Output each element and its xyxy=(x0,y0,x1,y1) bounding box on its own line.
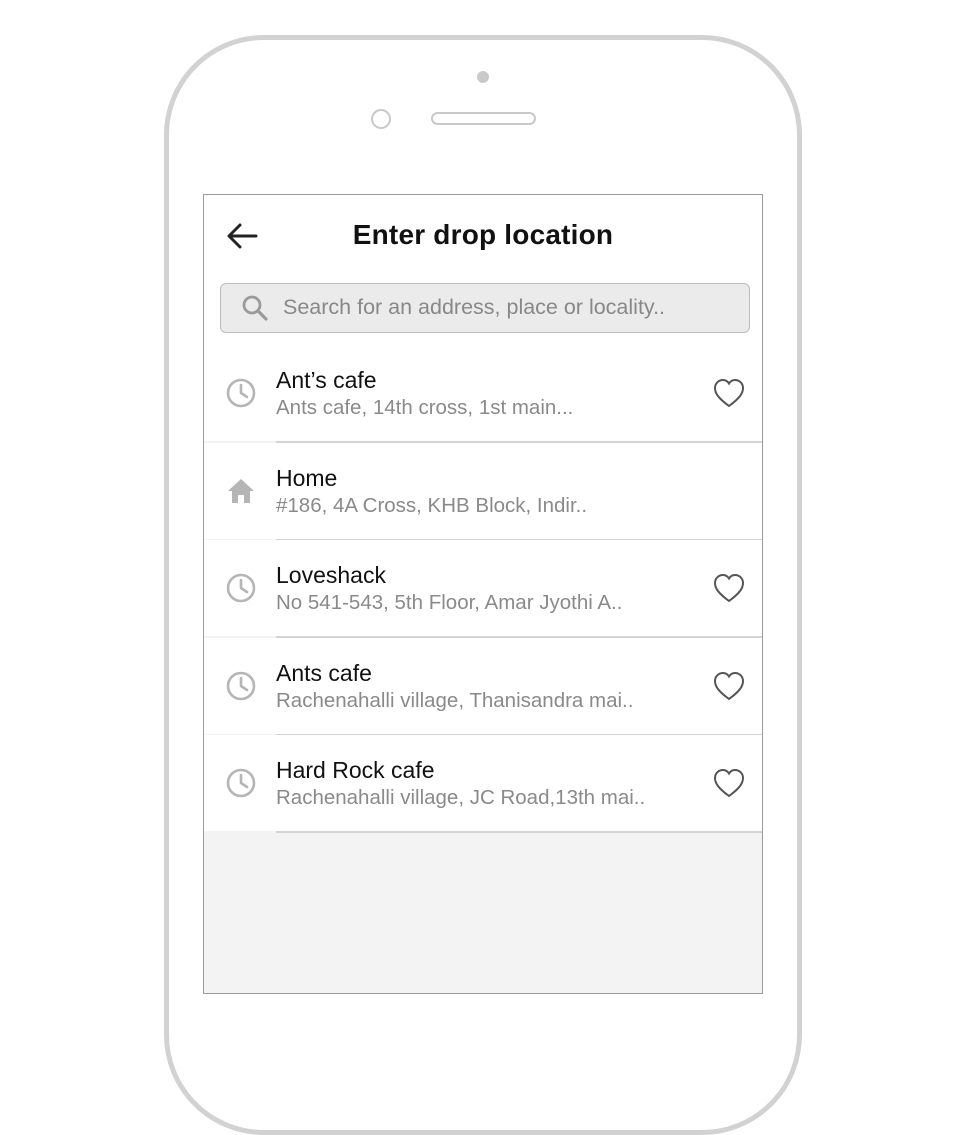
search-input[interactable] xyxy=(283,284,733,331)
search-bar[interactable] xyxy=(220,283,750,333)
location-item[interactable]: Ants cafe Rachenahalli village, Thanisand… xyxy=(204,637,762,735)
location-title: Ants cafe xyxy=(276,659,372,686)
clock-icon xyxy=(224,669,258,703)
location-item[interactable]: Ant’s cafe Ants cafe, 14th cross, 1st mai… xyxy=(204,345,762,443)
location-item[interactable]: Hard Rock cafe Rachenahalli village, JC R… xyxy=(204,735,762,833)
location-title: Hard Rock cafe xyxy=(276,757,435,783)
location-title: Ant’s cafe xyxy=(276,367,377,393)
header: Enter drop location xyxy=(204,195,762,345)
location-title: Loveshack xyxy=(276,562,386,588)
location-address: Rachenahalli village, Thanisandra mai.. xyxy=(276,688,634,712)
location-title: Home xyxy=(276,464,338,491)
phone-speaker xyxy=(431,112,536,125)
heart-icon[interactable] xyxy=(712,767,746,799)
clock-icon xyxy=(224,766,258,800)
location-list: Ant’s cafe Ants cafe, 14th cross, 1st mai… xyxy=(204,345,762,833)
home-icon xyxy=(224,474,258,508)
location-address: #186, 4A Cross, KHB Block, Indir.. xyxy=(276,493,588,517)
heart-icon[interactable] xyxy=(712,670,746,702)
page-title: Enter drop location xyxy=(352,219,614,250)
location-address: No 541-543, 5th Floor, Amar Jyothi A.. xyxy=(276,591,623,614)
heart-icon[interactable] xyxy=(712,377,746,409)
location-address: Ants cafe, 14th cross, 1st main... xyxy=(276,396,574,419)
search-icon xyxy=(242,295,268,321)
location-address: Rachenahalli village, JC Road,13th mai.. xyxy=(276,786,646,809)
heart-icon[interactable] xyxy=(712,572,746,604)
location-item[interactable]: Loveshack No 541-543, 5th Floor, Amar Jyo… xyxy=(204,540,762,638)
clock-icon xyxy=(224,376,258,410)
app-screen: Enter drop location Ant’s cafe Ants cafe,… xyxy=(203,194,763,994)
front-camera xyxy=(371,109,391,129)
phone-sensor-dot xyxy=(477,71,489,83)
clock-icon xyxy=(224,571,258,605)
divider xyxy=(276,831,762,833)
location-item[interactable]: Home #186, 4A Cross, KHB Block, Indir.. xyxy=(204,442,762,540)
